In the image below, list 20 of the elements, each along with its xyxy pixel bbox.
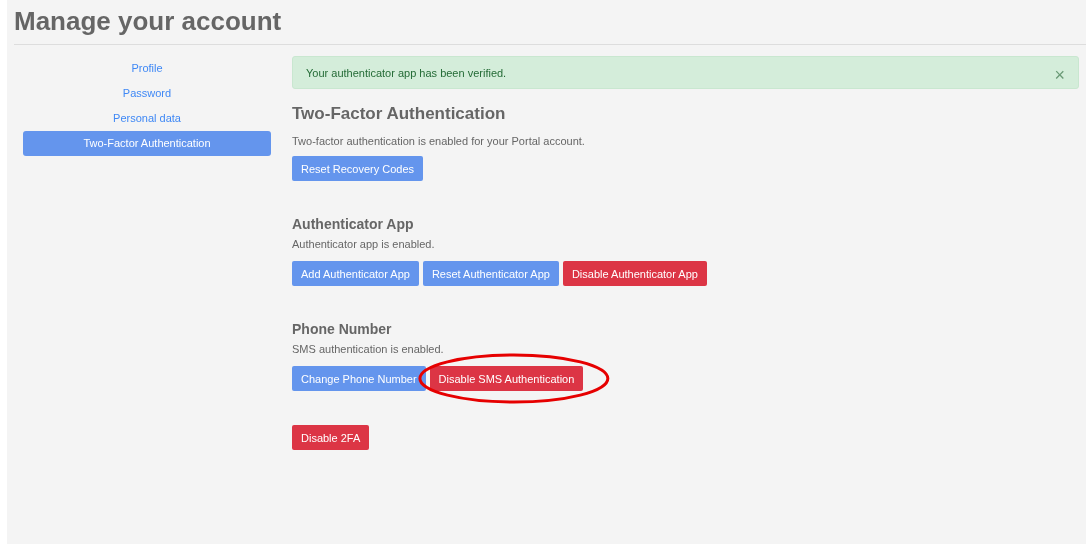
- subsection-title: Authenticator App: [292, 215, 415, 233]
- status-text: SMS authentication is enabled.: [292, 343, 445, 356]
- close-button[interactable]: ×: [1054, 65, 1065, 84]
- section-heading: Two-Factor Authentication: [292, 103, 507, 125]
- sidebar-item[interactable]: Personal data: [23, 106, 271, 131]
- sidebar-item[interactable]: Two-Factor Authentication: [23, 131, 271, 156]
- action-button[interactable]: Disable 2FA: [292, 425, 370, 450]
- action-button[interactable]: Change Phone Number: [292, 366, 426, 391]
- sidebar-item[interactable]: Profile: [23, 56, 271, 81]
- action-button[interactable]: Reset Authenticator App: [422, 261, 559, 286]
- status-text: Two-factor authentication is enabled for your Portal account.: [292, 135, 586, 148]
- action-button[interactable]: Disable SMS Authentication: [429, 366, 584, 391]
- status-text: Authenticator app is enabled.: [292, 238, 436, 251]
- action-button[interactable]: Reset Recovery Codes: [292, 156, 424, 181]
- action-button[interactable]: Disable Authenticator App: [562, 261, 707, 286]
- sidebar-item[interactable]: Password: [23, 81, 271, 106]
- subsection-title: Phone Number: [292, 320, 393, 338]
- action-button[interactable]: Add Authenticator App: [292, 261, 419, 286]
- alert-message: Your authenticator app has been verified.: [306, 66, 507, 79]
- page-title: Manage your account: [14, 5, 283, 38]
